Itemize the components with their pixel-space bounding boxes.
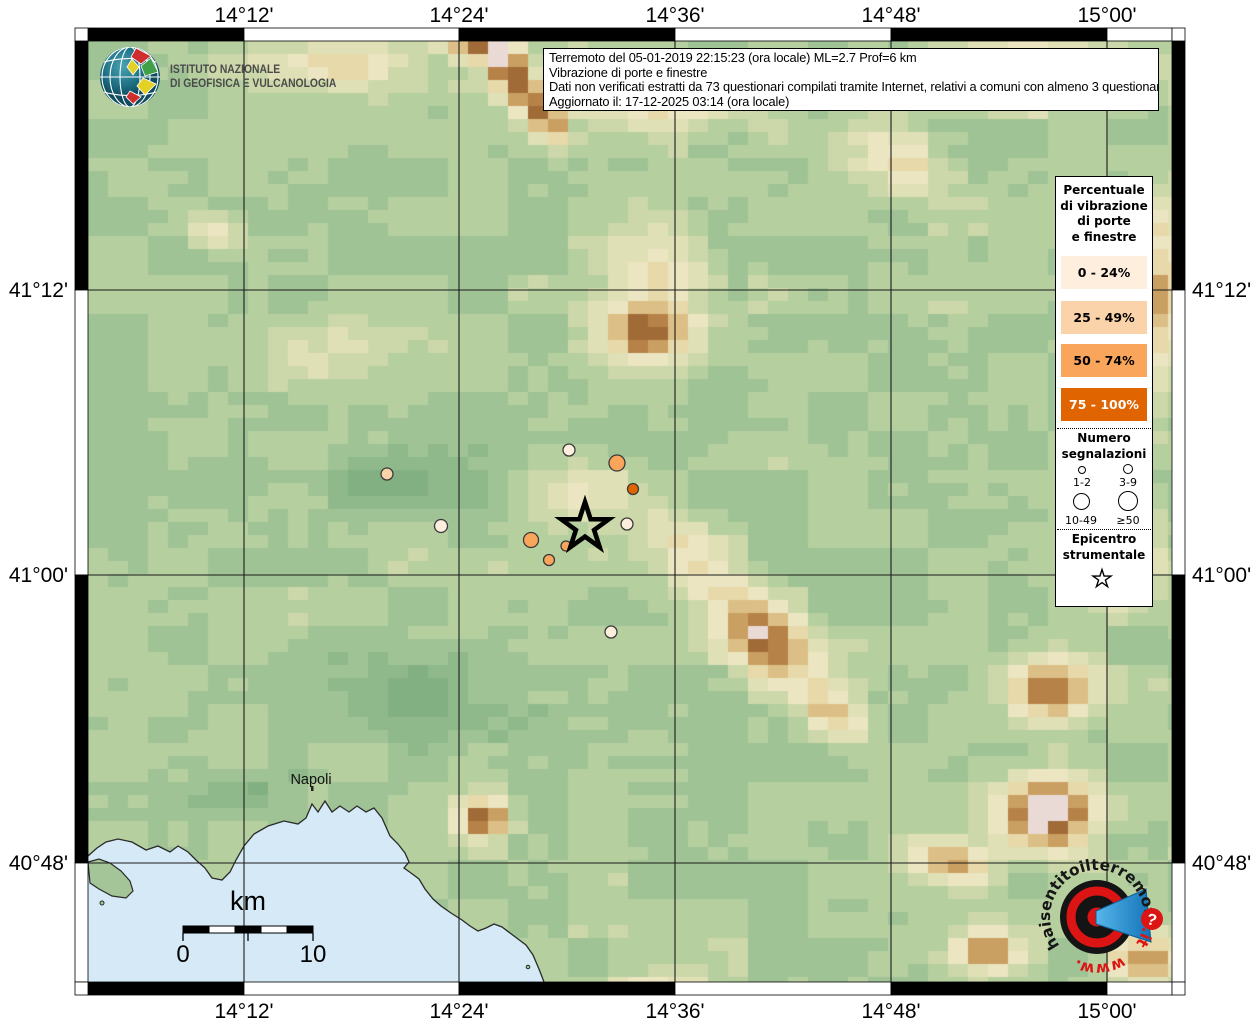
report-circle — [620, 517, 634, 531]
axis-label-bottom: 15°00' — [1077, 1000, 1136, 1023]
legend-percent-title: di vibrazione — [1060, 198, 1148, 213]
frame-bottom-segment — [674, 981, 892, 996]
axis-label-left: 41°00' — [9, 564, 68, 587]
legend-class-50-74: 50 - 74% — [1061, 344, 1147, 377]
legend-signal-circle — [1118, 491, 1138, 511]
event-title-line2: Vibrazione di porte e finestre — [549, 64, 708, 80]
report-circle — [608, 454, 626, 472]
legend-epicenter-symbol — [1087, 566, 1117, 592]
axis-label-top: 15°00' — [1077, 4, 1136, 27]
axis-label-right: 40°48' — [1192, 852, 1251, 875]
legend-signal-label: 3-9 — [1119, 476, 1137, 489]
legend-signal-circle — [1123, 464, 1133, 474]
axis-label-left: 40°48' — [9, 852, 68, 875]
islet — [99, 900, 105, 906]
frame-top-segment — [458, 27, 676, 42]
frame-top-segment — [674, 27, 892, 42]
frame-bottom-segment — [1106, 981, 1173, 996]
report-circle — [522, 531, 540, 549]
map-legend: Percentuale di vibrazione di porte e finest… — [1055, 176, 1153, 607]
legend-signal-label: 10-49 — [1065, 514, 1097, 527]
axis-label-right: 41°12' — [1192, 279, 1251, 302]
legend-signals-title: segnalazioni — [1061, 446, 1147, 461]
frame-top-segment — [1106, 27, 1173, 42]
report-circle — [604, 625, 618, 639]
scalebar-segment — [286, 925, 314, 934]
legend-class-0-24: 0 - 24% — [1061, 256, 1147, 289]
legend-signal-label: 1-2 — [1073, 476, 1091, 489]
axis-label-top: 14°12' — [214, 4, 273, 27]
frame-left-segment — [74, 862, 89, 983]
scalebar-segment — [260, 925, 288, 934]
scalebar-segment — [182, 925, 210, 934]
scalebar-segment — [208, 925, 236, 934]
legend-class-25-49: 25 - 49% — [1061, 301, 1147, 334]
event-title-line1: Terremoto del 05-01-2019 22:15:23 (ora l… — [549, 50, 917, 65]
legend-separator — [1057, 529, 1151, 530]
frame-top-segment — [243, 27, 460, 42]
legend-signal-circle — [1072, 492, 1090, 510]
legend-class-75-100: 75 - 100% — [1061, 388, 1147, 421]
ingv-name-line1: ISTITUTO NAZIONALE — [170, 64, 281, 76]
event-title-box: Terremoto del 05-01-2019 22:15:23 (ora l… — [543, 48, 1159, 111]
legend-percent-title: e finestre — [1071, 229, 1137, 244]
frame-right-segment — [1171, 40, 1186, 291]
axis-label-top: 14°24' — [429, 4, 488, 27]
legend-signal-label: ≥50 — [1116, 514, 1140, 527]
ingv-logo-text: ISTITUTO NAZIONALE DI GEOFISICA E VULCAN… — [170, 63, 336, 91]
event-title-line3: Dati non verificati estratti da 73 quest… — [549, 79, 1159, 95]
frame-right-segment — [1171, 574, 1186, 864]
report-circle — [626, 482, 640, 496]
event-title-line4: Aggiornato il: 17-12-2025 03:14 (ora loc… — [549, 93, 790, 109]
ingv-logo: ISTITUTO NAZIONALE DI GEOFISICA E VULCAN… — [98, 45, 358, 111]
frame-left-segment — [74, 574, 89, 864]
axis-label-left: 41°12' — [9, 279, 68, 302]
axis-label-right: 41°00' — [1192, 564, 1251, 587]
city-label-napoli: Napoli — [290, 772, 331, 788]
frame-corner — [1171, 27, 1186, 42]
legend-signal-circle — [1078, 466, 1086, 474]
axis-label-top: 14°36' — [645, 4, 704, 27]
scalebar-start-label: 0 — [176, 941, 189, 968]
axis-label-bottom: 14°48' — [861, 1000, 920, 1023]
epicenter-star — [554, 494, 616, 554]
scalebar-end-label: 10 — [300, 941, 327, 968]
watermark-logo: haisentitoilterremoto.itwww.? — [1036, 856, 1163, 978]
epicenter-star-icon — [1090, 567, 1114, 589]
frame-corner — [1171, 981, 1186, 996]
frame-right-segment — [1171, 289, 1186, 576]
report-markers-layer — [380, 443, 640, 639]
report-circle — [562, 443, 576, 457]
axis-label-bottom: 14°36' — [645, 1000, 704, 1023]
legend-separator — [1057, 428, 1151, 429]
scalebar-unit-label: km — [230, 886, 266, 916]
legend-percent-title: di porte — [1077, 214, 1131, 228]
islet — [525, 964, 531, 970]
frame-bottom-segment — [458, 981, 676, 996]
legend-signals-title: Numero — [1077, 431, 1131, 445]
watermark-www-text: www. — [1071, 953, 1128, 978]
report-circle — [542, 553, 556, 567]
frame-corner — [74, 981, 89, 996]
legend-epicenter-title: strumentale — [1062, 547, 1146, 562]
frame-left-segment — [74, 289, 89, 576]
frame-top-segment — [890, 27, 1108, 42]
ingv-name-line2: DI GEOFISICA E VULCANOLOGIA — [170, 78, 337, 90]
frame-right-segment — [1171, 862, 1186, 983]
report-circle — [433, 518, 449, 534]
axis-label-bottom: 14°24' — [429, 1000, 488, 1023]
frame-bottom-segment — [243, 981, 460, 996]
axis-label-bottom: 14°12' — [214, 1000, 273, 1023]
report-circle — [380, 467, 394, 481]
frame-left-segment — [74, 40, 89, 291]
frame-corner — [74, 27, 89, 42]
frame-bottom-segment — [87, 981, 245, 996]
frame-bottom-segment — [890, 981, 1108, 996]
city-marker — [311, 786, 314, 791]
frame-top-segment — [87, 27, 245, 42]
legend-percent-title: Percentuale — [1063, 183, 1145, 197]
legend-epicenter-title: Epicentro — [1071, 532, 1137, 546]
axis-label-top: 14°48' — [861, 4, 920, 27]
scalebar-segment — [234, 925, 262, 934]
